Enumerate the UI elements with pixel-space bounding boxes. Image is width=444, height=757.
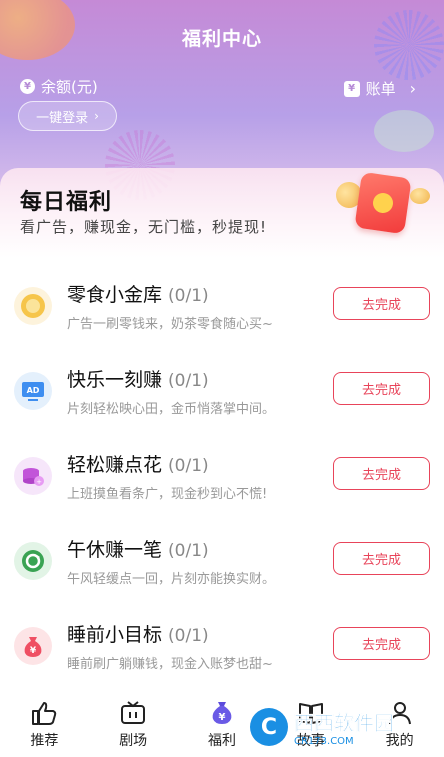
svg-text:AD: AD [27,386,40,395]
money-bag-icon: ¥ [14,627,52,665]
bill-icon: ¥ [343,80,360,97]
task-item: AD 快乐一刻赚 (0/1) 片刻轻松映心田，金币悄落掌中间。 去完成 [0,360,444,430]
watermark-text: 西西软件园 [294,711,395,736]
task-desc: 午风轻缓点一回，片刻亦能换实财。 [67,572,276,587]
balance-label: 余额(元) [41,78,98,96]
task-name: 睡前小目标 (0/1) [67,624,209,646]
task-desc: 广告一刷零钱来，奶茶零食随心买~ [67,317,273,332]
svg-text:¥: ¥ [30,646,37,656]
page-title: 福利中心 [181,28,262,50]
tab-label: 福利 [207,733,236,749]
daily-welfare-title: 每日福利 [20,190,113,215]
red-packet-icon [354,171,412,235]
task-item: 零食小金库 (0/1) 广告一刷零钱来，奶茶零食随心买~ 去完成 [0,275,444,345]
chevron-right-icon: › [94,109,99,123]
tab-label: 剧场 [119,733,148,749]
tab-recommend[interactable]: 推荐 [0,690,89,757]
tv-icon [121,701,146,724]
coin-stack-icon: + [14,457,52,495]
complete-button[interactable]: 去完成 [333,372,430,405]
complete-button[interactable]: 去完成 [333,542,430,575]
tab-label: 推荐 [30,733,59,749]
task-item: ¥ 睡前小目标 (0/1) 睡前刷广躺赚钱，现金入账梦也甜~ 去完成 [0,615,444,685]
daily-welfare-subtitle: 看广告，赚现金，无门槛，秒提现! [20,218,268,236]
complete-button[interactable]: 去完成 [333,627,430,660]
tab-theater[interactable]: 剧场 [89,690,178,757]
task-name: 快乐一刻赚 (0/1) [67,369,209,391]
chevron-right-icon: › [409,79,416,98]
task-name: 午休赚一笔 (0/1) [67,539,209,561]
one-click-login-button[interactable]: 一键登录 › [18,101,117,131]
coin-icon [14,287,52,325]
login-label: 一键登录 [36,110,89,126]
complete-button[interactable]: 去完成 [333,457,430,490]
task-item: + 轻松赚点花 (0/1) 上班摸鱼看条广，现金秒到心不慌! 去完成 [0,445,444,515]
refresh-coin-icon [14,542,52,580]
svg-text:¥: ¥ [219,712,226,723]
bill-label: 账单 [365,80,396,98]
decor-coin [374,110,434,152]
complete-button[interactable]: 去完成 [333,287,430,320]
task-name: 零食小金库 (0/1) [67,284,209,306]
task-desc: 上班摸鱼看条广，现金秒到心不慌! [67,487,268,502]
task-desc: 睡前刷广躺赚钱，现金入账梦也甜~ [67,657,273,672]
watermark-logo: C [250,708,288,746]
task-name: 轻松赚点花 (0/1) [67,454,209,476]
money-bag-icon: ¥ [212,702,232,724]
watermark-subtext: CR173.COM [294,736,354,747]
yen-icon: ¥ [20,79,35,94]
svg-text:+: + [36,478,42,486]
watermark: C 西西软件园 CR173.COM [250,704,425,750]
coin-icon [410,188,430,204]
bill-link[interactable]: ¥ 账单 › [343,78,416,99]
task-desc: 片刻轻松映心田，金币悄落掌中间。 [67,402,276,417]
ad-screen-icon: AD [14,372,52,410]
balance-label-group: ¥ 余额(元) [20,76,98,97]
task-item: 午休赚一笔 (0/1) 午风轻缓点一回，片刻亦能换实财。 去完成 [0,530,444,600]
thumbs-up-icon [32,702,57,725]
